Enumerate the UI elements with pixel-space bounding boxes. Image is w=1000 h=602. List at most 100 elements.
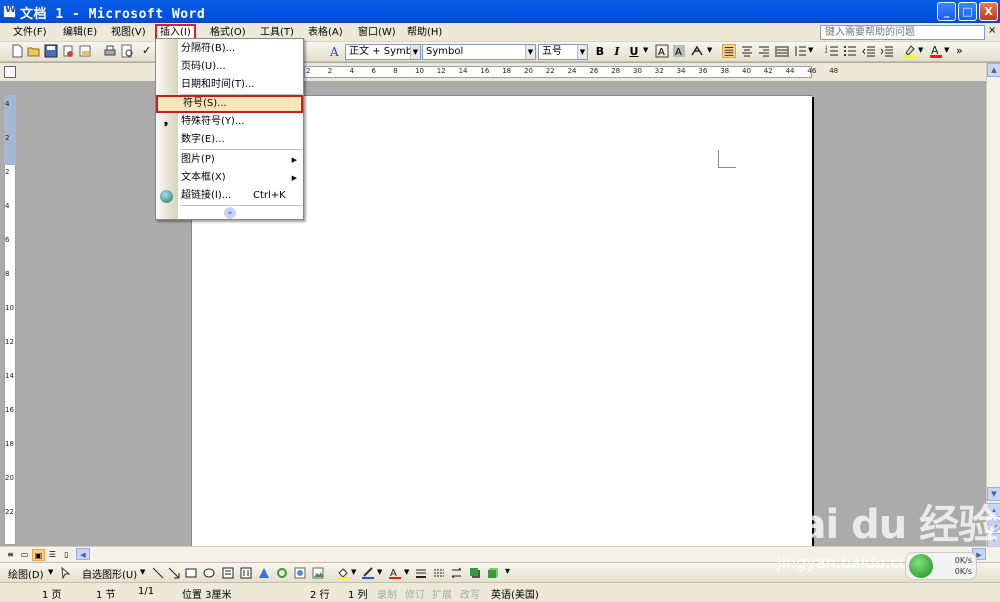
line-style-icon[interactable]: [415, 567, 427, 579]
new-document-icon[interactable]: [10, 44, 24, 58]
font-combo[interactable]: Symbol ▼: [422, 44, 536, 60]
line-icon[interactable]: [152, 567, 164, 579]
menu-item-text-box[interactable]: 文本框(X) ▶: [156, 169, 303, 187]
menu-item-date-time[interactable]: 日期和时间(T)...: [156, 76, 303, 94]
chevron-down-icon[interactable]: ▼: [140, 568, 145, 576]
vertical-text-box-icon[interactable]: [240, 567, 252, 579]
status-language[interactable]: 英语(美国): [491, 586, 539, 601]
char-border-icon[interactable]: A: [655, 44, 669, 58]
line-color-icon[interactable]: [362, 567, 374, 579]
scroll-up-icon[interactable]: ▲: [987, 63, 1000, 77]
status-overtype[interactable]: 改写: [460, 586, 480, 601]
chevron-down-icon[interactable]: ▼: [410, 45, 420, 59]
font-size-combo[interactable]: 五号 ▼: [538, 44, 588, 60]
highlight-icon[interactable]: [903, 44, 917, 58]
rectangle-icon[interactable]: [185, 567, 197, 579]
bold-button[interactable]: B: [593, 44, 607, 59]
draw-menu-button[interactable]: 绘图(D): [8, 566, 44, 581]
chevron-down-icon[interactable]: ▼: [577, 45, 587, 59]
style-combo[interactable]: 正文 + Symbol ▼: [345, 44, 421, 60]
menu-edit[interactable]: 编辑(E): [60, 25, 100, 40]
chevron-down-icon[interactable]: ▼: [404, 568, 409, 576]
permission-icon[interactable]: [61, 44, 75, 58]
styles-pane-icon[interactable]: A: [329, 44, 343, 58]
clip-art-icon[interactable]: [294, 567, 306, 579]
autoshapes-button[interactable]: 自选图形(U): [82, 566, 137, 581]
bullets-icon[interactable]: [843, 44, 857, 58]
print-view-icon[interactable]: ▣: [32, 549, 45, 561]
chevron-down-icon[interactable]: ▼: [525, 45, 535, 59]
insert-picture-icon[interactable]: [312, 567, 324, 579]
select-object-icon[interactable]: [60, 567, 72, 579]
menu-item-symbol[interactable]: 符号(S)...: [156, 95, 303, 113]
tab-selector-icon[interactable]: [4, 66, 16, 78]
menu-help[interactable]: 帮助(H): [404, 25, 445, 40]
expand-menu-icon[interactable]: »: [224, 207, 236, 219]
chevron-down-icon[interactable]: ▼: [918, 46, 923, 54]
arrow-style-icon[interactable]: [451, 567, 463, 579]
vertical-scrollbar[interactable]: ▲ ▼ ▴ ● ▾: [986, 63, 1000, 547]
decrease-indent-icon[interactable]: [862, 44, 876, 58]
chevron-down-icon[interactable]: ▼: [944, 46, 949, 54]
menu-item-special-symbol[interactable]: 特殊符号(Y)... ❟: [156, 113, 303, 131]
minimize-button[interactable]: _: [937, 2, 956, 21]
menu-file[interactable]: 文件(F): [10, 25, 50, 40]
chevron-down-icon[interactable]: ▼: [377, 568, 382, 576]
network-speed-widget[interactable]: 0K/s 0K/s: [905, 552, 977, 580]
menu-item-hyperlink[interactable]: 超链接(I)... Ctrl+K: [156, 187, 303, 205]
web-view-icon[interactable]: ▭: [18, 549, 31, 561]
maximize-button[interactable]: □: [958, 2, 977, 21]
help-search-input[interactable]: 键入需要帮助的问题: [820, 25, 985, 40]
menu-item-break[interactable]: 分隔符(B)...: [156, 40, 303, 58]
status-extend[interactable]: 扩展: [432, 586, 452, 601]
normal-view-icon[interactable]: ≡: [4, 549, 17, 561]
underline-button[interactable]: U: [627, 44, 641, 59]
char-scale-icon[interactable]: [690, 44, 704, 58]
menu-window[interactable]: 窗口(W): [355, 25, 399, 40]
close-button[interactable]: X: [979, 2, 998, 21]
numbering-icon[interactable]: 12: [825, 44, 839, 58]
scroll-left-icon[interactable]: ◀: [76, 548, 90, 560]
close-document-icon[interactable]: ×: [988, 25, 996, 36]
fill-color-icon[interactable]: [337, 567, 349, 579]
print-preview-icon[interactable]: [120, 44, 134, 58]
italic-button[interactable]: I: [610, 44, 624, 59]
line-spacing-icon[interactable]: [793, 44, 807, 58]
menu-table[interactable]: 表格(A): [305, 25, 346, 40]
align-right-icon[interactable]: [757, 44, 771, 58]
toolbar-options-icon[interactable]: ▾: [505, 566, 510, 577]
menu-item-picture[interactable]: 图片(P) ▶: [156, 151, 303, 169]
email-icon[interactable]: [78, 44, 92, 58]
text-box-icon[interactable]: [222, 567, 234, 579]
menu-item-page-numbers[interactable]: 页码(U)...: [156, 58, 303, 76]
print-icon[interactable]: [103, 44, 117, 58]
distributed-icon[interactable]: [775, 44, 789, 58]
align-justify-icon[interactable]: [722, 44, 736, 58]
menu-view[interactable]: 视图(V): [108, 25, 149, 40]
3d-style-icon[interactable]: [487, 567, 499, 579]
status-track-changes[interactable]: 修订: [405, 586, 425, 601]
draw-font-color-icon[interactable]: A: [389, 567, 401, 579]
toolbar-options-icon[interactable]: »: [956, 44, 963, 57]
status-record[interactable]: 录制: [377, 586, 397, 601]
chevron-down-icon[interactable]: ▼: [808, 46, 813, 54]
increase-indent-icon[interactable]: [880, 44, 894, 58]
chevron-down-icon[interactable]: ▼: [643, 46, 648, 54]
diagram-icon[interactable]: [276, 567, 288, 579]
font-color-icon[interactable]: A: [929, 44, 943, 58]
menu-item-number[interactable]: 数字(E)...: [156, 131, 303, 149]
chevron-down-icon[interactable]: ▼: [707, 46, 712, 54]
word-app-icon[interactable]: [3, 4, 16, 18]
open-folder-icon[interactable]: [27, 44, 41, 58]
align-center-icon[interactable]: [740, 44, 754, 58]
chevron-down-icon[interactable]: ▼: [48, 568, 53, 576]
reading-view-icon[interactable]: ▯: [60, 549, 73, 561]
save-icon[interactable]: [44, 44, 58, 58]
arrow-icon[interactable]: [168, 567, 180, 579]
oval-icon[interactable]: [203, 567, 215, 579]
char-shading-icon[interactable]: A: [672, 44, 686, 58]
chevron-down-icon[interactable]: ▼: [351, 568, 356, 576]
spelling-icon[interactable]: ✓: [142, 44, 151, 57]
wordart-icon[interactable]: [258, 567, 270, 579]
outline-view-icon[interactable]: ☰: [46, 549, 59, 561]
